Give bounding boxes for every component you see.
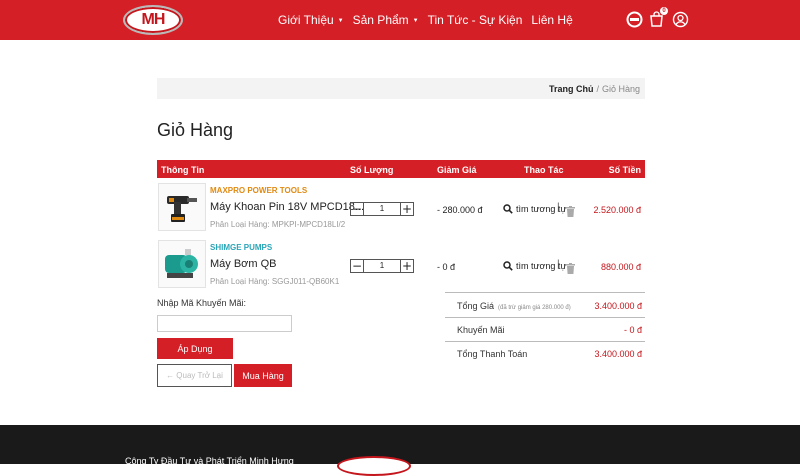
cart-row: MAXPRO POWER TOOLS Máy Khoan Pin 18V MPC… xyxy=(157,183,645,233)
caret-down-icon: ▼ xyxy=(412,18,419,24)
back-button[interactable]: ← Quay Trở Lại xyxy=(157,364,232,387)
header-qty: Số Lượng xyxy=(350,165,394,175)
nav-item-gioi-thieu[interactable]: Giới Thiệu ▼ xyxy=(278,13,344,27)
product-variant: Phân Loại Hàng: SGGJ011-QB60K1 xyxy=(210,277,340,286)
action-divider: | xyxy=(557,202,560,213)
breadcrumb-home[interactable]: Trang Chủ xyxy=(549,84,594,94)
qty-value[interactable]: 1 xyxy=(364,260,400,272)
header-actions: Thao Tác xyxy=(524,165,564,175)
item-discount: - 280.000 đ xyxy=(437,205,483,215)
quantity-stepper: − 1 + xyxy=(350,259,414,273)
checkout-button[interactable]: Mua Hàng xyxy=(234,364,292,387)
qty-decrease-button[interactable]: − xyxy=(351,260,364,272)
trash-icon[interactable] xyxy=(566,204,575,222)
main-nav: Giới Thiệu ▼ Sản Phẩm ▼ Tin Tức - Sự Kiện … xyxy=(278,13,582,27)
header-icons: 0 xyxy=(626,7,689,28)
nav-item-lien-he[interactable]: Liên Hệ xyxy=(531,13,572,27)
nav-label: Giới Thiệu xyxy=(278,13,334,27)
trash-icon[interactable] xyxy=(566,261,575,279)
quantity-stepper: − 1 + xyxy=(350,202,414,216)
cart-icon[interactable]: 0 xyxy=(649,7,668,28)
item-price: 2.520.000 đ xyxy=(593,205,641,215)
cart-table-header: Thông Tin Số Lượng Giảm Giá Thao Tác Số … xyxy=(157,160,645,178)
promo-code-label: Nhập Mã Khuyến Mãi: xyxy=(157,298,247,308)
product-brand[interactable]: MAXPRO POWER TOOLS xyxy=(210,186,307,195)
header-info: Thông Tin xyxy=(161,165,205,175)
caret-down-icon: ▼ xyxy=(337,18,344,24)
logo-text: MH xyxy=(141,11,166,28)
footer-logo xyxy=(337,456,411,476)
action-divider: | xyxy=(557,259,560,270)
header-amount: Số Tiền xyxy=(608,165,641,175)
product-brand[interactable]: SHIMGE PUMPS xyxy=(210,243,272,252)
flag-icon[interactable] xyxy=(626,11,643,28)
grand-total-label: Tổng Thanh Toán xyxy=(457,349,528,359)
grand-total-value: 3.400.000 đ xyxy=(594,349,642,359)
total-value: 3.400.000 đ xyxy=(594,301,642,311)
qty-decrease-button[interactable]: − xyxy=(351,203,364,215)
total-label: Tổng Giá (đã trừ giảm giá 280.000 đ) xyxy=(457,301,571,311)
summary-divider xyxy=(445,341,645,342)
cart-row: SHIMGE PUMPS Máy Bơm QB Phân Loại Hàng: … xyxy=(157,240,645,290)
product-image-pump[interactable] xyxy=(158,240,206,288)
product-variant: Phân Loại Hàng: MPKPI-MPCD18LI/2 xyxy=(210,220,346,229)
qty-value[interactable]: 1 xyxy=(364,203,400,215)
total-note: (đã trừ giảm giá 280.000 đ) xyxy=(498,305,571,311)
header-discount: Giảm Giá xyxy=(437,165,477,175)
site-footer: Công Ty Đầu Tư và Phát Triển Minh Hưng xyxy=(0,425,800,476)
nav-label: Sản Phẩm xyxy=(352,13,409,27)
qty-increase-button[interactable]: + xyxy=(400,260,413,272)
summary-divider xyxy=(445,292,645,293)
search-icon xyxy=(503,204,513,214)
site-header: MH Giới Thiệu ▼ Sản Phẩm ▼ Tin Tức - Sự Ki… xyxy=(0,0,800,40)
product-name[interactable]: Máy Bơm QB xyxy=(210,258,277,270)
nav-item-tin-tuc[interactable]: Tin Tức - Sự Kiện xyxy=(428,13,523,27)
product-image-drill[interactable] xyxy=(158,183,206,231)
item-discount: - 0 đ xyxy=(437,262,456,272)
footer-company-name: Công Ty Đầu Tư và Phát Triển Minh Hưng xyxy=(125,456,294,466)
cart-count-badge: 0 xyxy=(660,7,668,15)
item-price: 880.000 đ xyxy=(600,262,641,272)
promo-discount-value: - 0 đ xyxy=(623,325,642,335)
summary-divider xyxy=(445,317,645,318)
breadcrumb-current: Giỏ Hàng xyxy=(601,83,640,94)
page-title: Giỏ Hàng xyxy=(157,120,234,140)
promo-discount-label: Khuyến Mãi xyxy=(457,325,505,335)
apply-promo-button[interactable]: Áp Dụng xyxy=(157,338,233,359)
product-name[interactable]: Máy Khoan Pin 18V MPCD18... xyxy=(210,201,364,213)
nav-label: Tin Tức - Sự Kiện xyxy=(427,13,523,27)
user-icon[interactable] xyxy=(672,11,689,28)
site-logo[interactable]: MH xyxy=(123,5,183,35)
breadcrumb-separator: / xyxy=(596,83,599,94)
nav-label: Liên Hệ xyxy=(531,13,573,27)
nav-item-san-pham[interactable]: Sản Phẩm ▼ xyxy=(353,13,419,27)
total-label-text: Tổng Giá xyxy=(457,301,495,311)
breadcrumb: Trang Chủ / Giỏ Hàng xyxy=(157,78,645,99)
qty-increase-button[interactable]: + xyxy=(400,203,413,215)
search-icon xyxy=(503,261,513,271)
promo-code-input[interactable] xyxy=(157,315,292,332)
